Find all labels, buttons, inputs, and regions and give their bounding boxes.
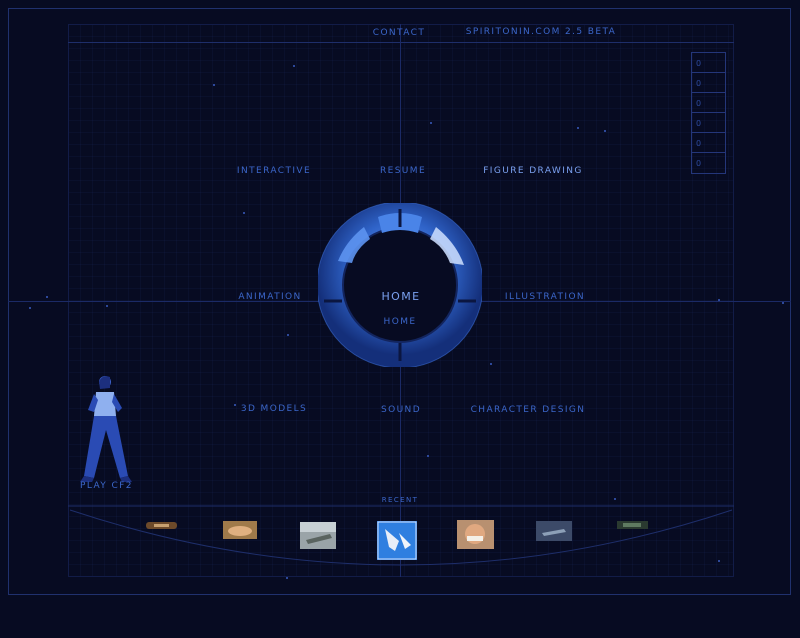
nav-character-design[interactable]: CHARACTER DESIGN [471, 405, 586, 415]
star [577, 127, 579, 129]
nav-home[interactable]: HOME [382, 290, 421, 303]
nav-illustration[interactable]: ILLUSTRATION [505, 292, 585, 302]
counter-cell: 0 [692, 113, 725, 133]
counter-cell: 0 [692, 133, 725, 153]
header-divider [68, 42, 734, 43]
recent-thumbnail[interactable] [300, 522, 336, 549]
nav-animation[interactable]: ANIMATION [238, 292, 301, 302]
nav-interactive[interactable]: INTERACTIVE [237, 166, 311, 176]
site-title: SPIRITONIN.COM 2.5 BETA [465, 27, 617, 37]
recent-thumbnail[interactable] [457, 520, 494, 549]
star [46, 296, 48, 298]
recent-thumbnail[interactable] [223, 521, 257, 539]
star [293, 65, 295, 67]
nav-3d-models[interactable]: 3D MODELS [241, 404, 307, 414]
counter-cell: 0 [692, 73, 725, 93]
nav-home-sub[interactable]: HOME [384, 317, 417, 327]
star [430, 122, 432, 124]
star [490, 363, 492, 365]
nav-sound[interactable]: SOUND [381, 405, 421, 415]
vertical-crosshair-top [400, 24, 401, 204]
recent-thumbnail[interactable] [617, 521, 648, 529]
star [106, 305, 108, 307]
counter-panel: 0 0 0 0 0 0 [691, 52, 726, 174]
star [234, 404, 236, 406]
counter-cell: 0 [696, 159, 702, 168]
counter-cell: 0 [692, 53, 725, 73]
star [213, 84, 215, 86]
recent-thumbnail[interactable] [146, 522, 177, 529]
counter-cell: 0 [692, 93, 725, 113]
contact-link[interactable]: CONTACT [373, 28, 425, 38]
nav-figure-drawing[interactable]: FIGURE DRAWING [483, 166, 583, 176]
recent-thumbnail-selected[interactable] [377, 521, 417, 560]
star [287, 334, 289, 336]
nav-resume[interactable]: RESUME [380, 166, 426, 176]
star [604, 130, 606, 132]
star [427, 455, 429, 457]
star [29, 307, 31, 309]
recent-thumbnail[interactable] [536, 521, 572, 541]
star [243, 212, 245, 214]
home-ring-icon[interactable] [318, 203, 482, 367]
recent-label: RECENT [381, 496, 419, 504]
star [718, 299, 720, 301]
star [782, 302, 784, 304]
